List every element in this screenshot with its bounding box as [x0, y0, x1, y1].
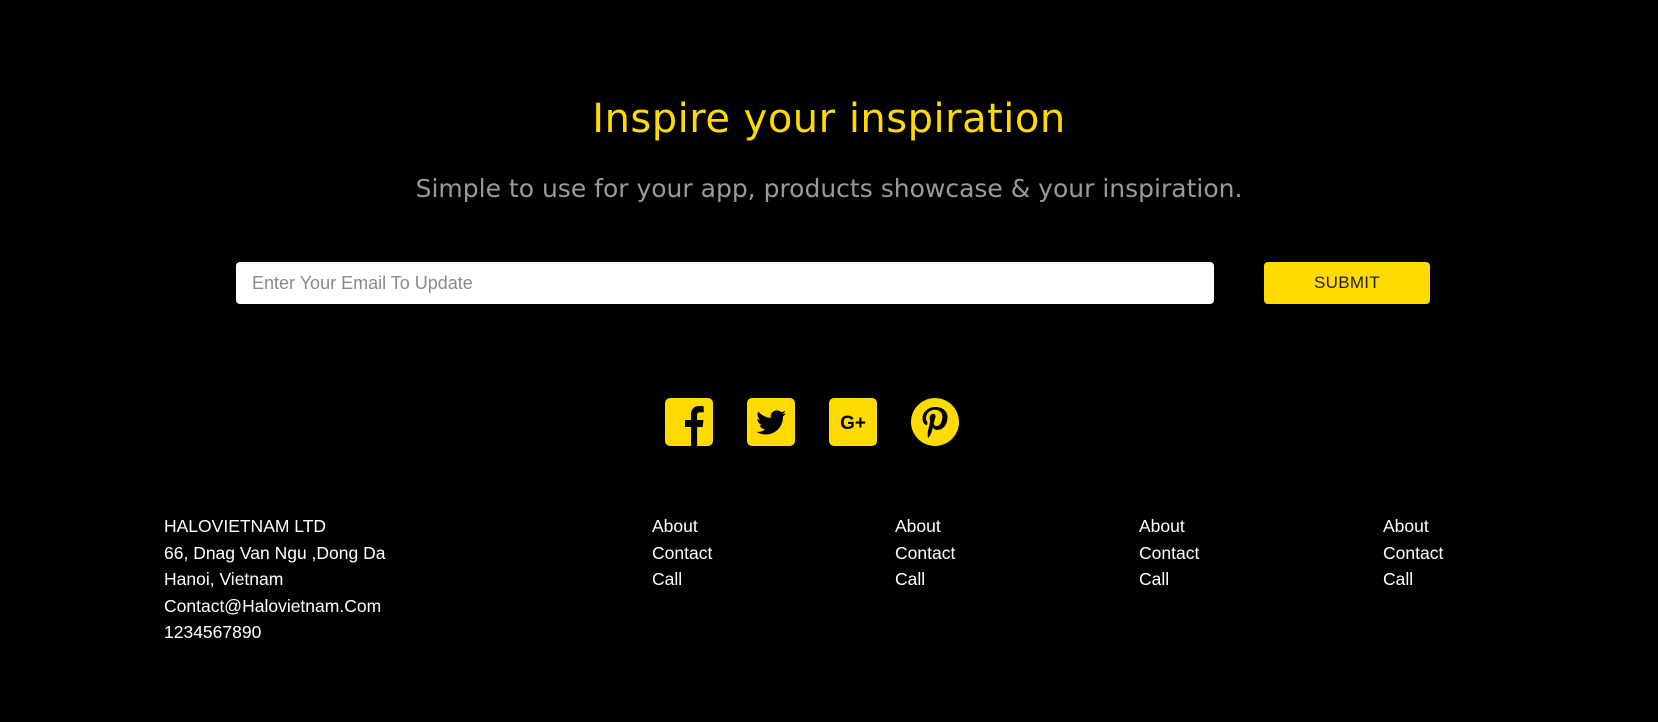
hero-subtitle: Simple to use for your app, products sho… — [415, 174, 1243, 203]
hero-title: Inspire your inspiration — [592, 96, 1066, 142]
footer-link-call[interactable]: Call — [895, 566, 955, 593]
company-info: HALOVIETNAM LTD 66, Dnag Van Ngu ,Dong D… — [164, 513, 385, 646]
facebook-icon — [665, 398, 713, 446]
footer-link-contact[interactable]: Contact — [1383, 540, 1443, 567]
submit-button[interactable]: SUBMIT — [1264, 262, 1430, 304]
footer-links-column-2: About Contact Call — [895, 513, 955, 593]
facebook-link[interactable] — [665, 398, 713, 446]
company-address-line2: Hanoi, Vietnam — [164, 569, 284, 589]
footer-link-call[interactable]: Call — [1139, 566, 1199, 593]
footer-links-column-4: About Contact Call — [1383, 513, 1443, 593]
footer-link-about[interactable]: About — [1383, 513, 1443, 540]
footer-link-about[interactable]: About — [895, 513, 955, 540]
pinterest-icon — [911, 398, 959, 446]
google-plus-link[interactable]: G+ — [829, 398, 877, 446]
company-email: Contact@Halovietnam.Com — [164, 595, 382, 616]
footer-link-call[interactable]: Call — [652, 566, 712, 593]
company-phone: 1234567890 — [164, 622, 262, 642]
social-links: G+ — [665, 398, 959, 446]
google-plus-glyph: G+ — [840, 413, 866, 434]
footer-page: Inspire your inspiration Simple to use f… — [0, 0, 1658, 722]
company-address-line1: 66, Dnag Van Ngu ,Dong Da — [164, 542, 386, 563]
footer-links-column-3: About Contact Call — [1139, 513, 1199, 593]
twitter-link[interactable] — [747, 398, 795, 446]
footer-links-column-1: About Contact Call — [652, 513, 712, 593]
footer-link-about[interactable]: About — [1139, 513, 1199, 540]
footer-link-contact[interactable]: Contact — [1139, 540, 1199, 567]
footer-link-call[interactable]: Call — [1383, 566, 1443, 593]
google-plus-icon: G+ — [829, 398, 877, 446]
footer-link-contact[interactable]: Contact — [895, 540, 955, 567]
footer-link-about[interactable]: About — [652, 513, 712, 540]
company-name: HALOVIETNAM LTD — [164, 516, 327, 536]
email-input[interactable] — [236, 262, 1214, 304]
footer-link-contact[interactable]: Contact — [652, 540, 712, 567]
twitter-icon — [747, 398, 795, 446]
pinterest-link[interactable] — [911, 398, 959, 446]
